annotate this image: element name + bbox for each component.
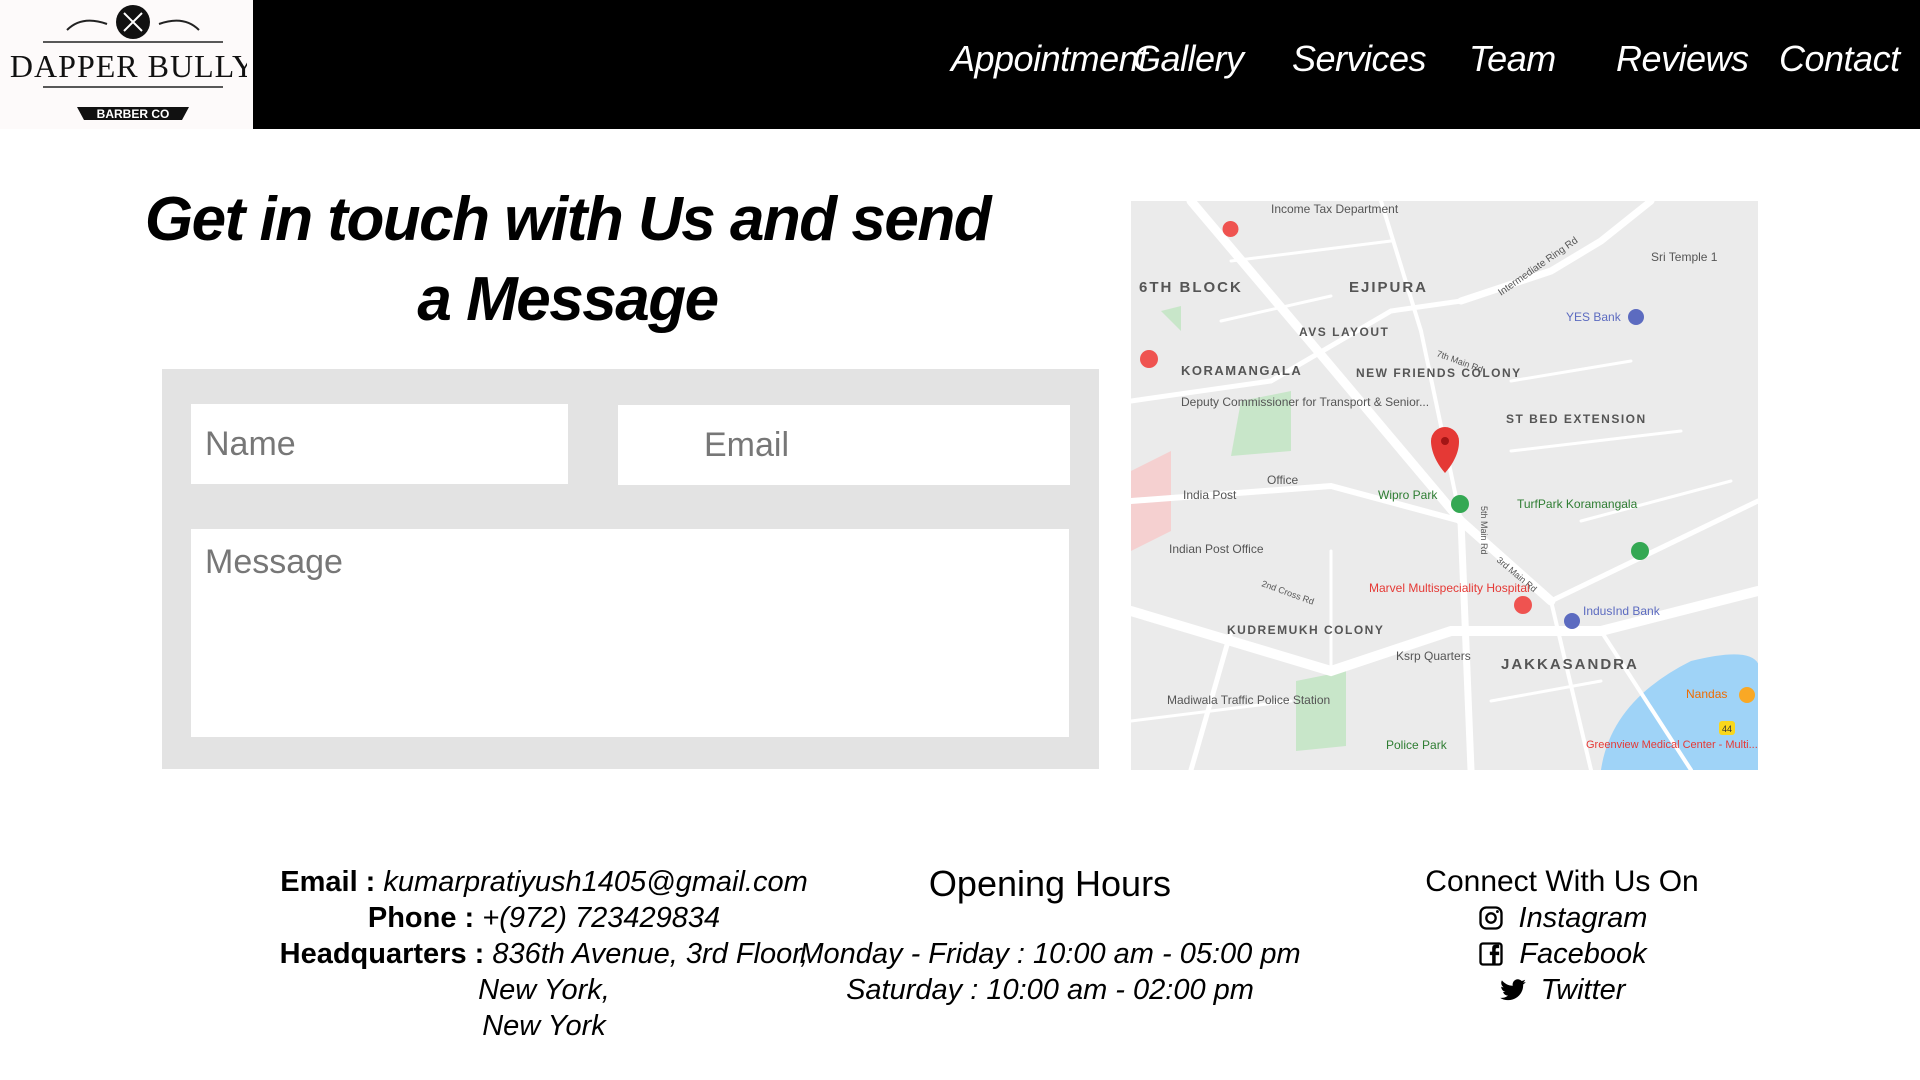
facebook-link[interactable]: Facebook (1519, 936, 1646, 972)
hq-label: Headquarters : (279, 938, 485, 970)
facebook-icon (1479, 942, 1503, 966)
contact-form (162, 369, 1099, 769)
map-label: JAKKASANDRA (1501, 656, 1639, 673)
map-label: Office (1267, 473, 1298, 487)
phone-number[interactable]: +(972) 723429834 (482, 902, 720, 934)
nav-contact[interactable]: Contact (1779, 38, 1900, 80)
bank-marker-icon (1628, 309, 1644, 325)
map-canvas[interactable]: Income Tax Department 6TH BLOCK EJIPURA … (1131, 201, 1758, 770)
map-label: Marvel Multispeciality Hospital (1369, 581, 1530, 595)
map-label: 6TH BLOCK (1139, 279, 1243, 296)
twitter-icon (1499, 979, 1526, 1001)
email-input[interactable] (618, 405, 1070, 485)
nav-services[interactable]: Services (1292, 38, 1427, 80)
nav-gallery[interactable]: Gallery (1133, 38, 1244, 80)
map-embed[interactable]: Income Tax Department 6TH BLOCK EJIPURA … (1131, 201, 1758, 770)
map-label: Sri Temple 1 (1651, 250, 1718, 264)
map-label: 44 (1722, 724, 1732, 734)
social-facebook[interactable]: Facebook (1362, 936, 1762, 972)
map-label: Wipro Park (1378, 488, 1438, 502)
hospital-marker-icon (1222, 221, 1239, 237)
hospital-marker-icon (1514, 596, 1532, 614)
hq-city: New York, (478, 974, 610, 1006)
bank-marker-icon (1564, 613, 1580, 629)
nav-appointment[interactable]: Appointment (951, 38, 1148, 80)
map-label: Income Tax Department (1271, 202, 1399, 216)
hq-state: New York (482, 1010, 606, 1042)
park-marker-icon (1451, 495, 1469, 513)
map-label: Ksrp Quarters (1396, 649, 1471, 663)
page-title: Get in touch with Us and send a Message (140, 180, 995, 340)
footer-social: Connect With Us On Instagram Facebook Tw… (1362, 864, 1762, 1008)
park-marker-icon (1631, 542, 1649, 560)
map-label: Madiwala Traffic Police Station (1167, 693, 1330, 707)
map-label: Deputy Commissioner for Transport & Seni… (1181, 395, 1429, 409)
instagram-icon (1478, 906, 1503, 930)
map-label: KORAMANGALA (1181, 363, 1302, 378)
map-label: Greenview Medical Center - Multi... (1586, 739, 1758, 751)
title-line-2: a Message (417, 265, 719, 334)
hospital-marker-icon (1140, 350, 1158, 368)
social-instagram[interactable]: Instagram (1362, 900, 1762, 936)
instagram-link[interactable]: Instagram (1519, 900, 1648, 936)
message-input[interactable] (191, 529, 1069, 737)
hours-saturday: Saturday : 10:00 am - 02:00 pm (846, 974, 1254, 1006)
hours-title: Opening Hours (928, 863, 1172, 904)
nav-reviews[interactable]: Reviews (1616, 38, 1749, 80)
map-label: India Post (1183, 488, 1237, 502)
map-label: KUDREMUKH COLONY (1227, 623, 1384, 637)
title-line-1: Get in touch with Us and send (144, 185, 992, 254)
navbar: DAPPER BULLY BARBER CO Appointment Galle… (0, 0, 1920, 129)
twitter-link[interactable]: Twitter (1541, 972, 1626, 1008)
map-label: ST BED EXTENSION (1506, 412, 1647, 426)
map-label: TurfPark Koramangala (1517, 497, 1638, 511)
restaurant-marker-icon (1739, 687, 1755, 703)
name-input[interactable] (191, 404, 568, 484)
email-label: Email : (280, 866, 376, 898)
social-title: Connect With Us On (1425, 865, 1699, 898)
map-label: YES Bank (1566, 310, 1622, 324)
logo[interactable]: DAPPER BULLY BARBER CO (0, 0, 253, 129)
map-label: IndusInd Bank (1583, 604, 1661, 618)
map-label: Indian Post Office (1169, 542, 1264, 556)
nav-team[interactable]: Team (1469, 38, 1556, 80)
footer-hours: Opening Hours Monday - Friday : 10:00 am… (760, 864, 1340, 1008)
social-twitter[interactable]: Twitter (1362, 972, 1762, 1008)
map-label: 5th Main Rd (1479, 506, 1489, 555)
map-label: EJIPURA (1349, 279, 1428, 296)
email-link[interactable]: kumarpratiyush1405@gmail.com (383, 866, 807, 898)
svg-text:BARBER CO: BARBER CO (96, 107, 169, 121)
svg-text:DAPPER BULLY: DAPPER BULLY (9, 48, 246, 84)
logo-emblem: DAPPER BULLY BARBER CO (9, 5, 247, 121)
map-label: AVS LAYOUT (1299, 325, 1389, 339)
map-label: Police Park (1386, 738, 1448, 752)
map-label: Nandas (1686, 687, 1727, 701)
hours-weekday: Monday - Friday : 10:00 am - 05:00 pm (799, 938, 1301, 970)
phone-label: Phone : (367, 902, 475, 934)
map-label: NEW FRIENDS COLONY (1356, 366, 1522, 380)
